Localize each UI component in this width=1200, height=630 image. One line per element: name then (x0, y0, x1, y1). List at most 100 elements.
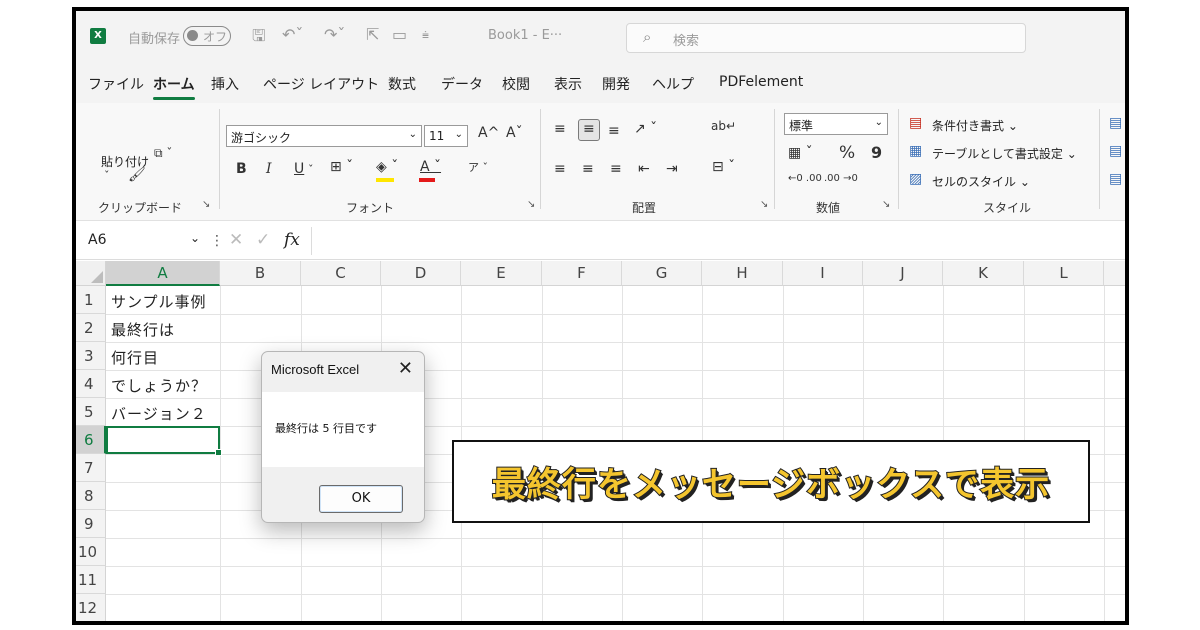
column-header-c[interactable]: C (301, 261, 381, 286)
save-icon[interactable]: 🖫 (252, 25, 266, 52)
tab-view[interactable]: 表示 (554, 74, 582, 94)
decrease-decimal-icon[interactable]: .00 →0 (824, 173, 858, 184)
font-launcher-icon[interactable]: ↘ (527, 199, 535, 210)
column-header-f[interactable]: F (542, 261, 622, 286)
font-name-select[interactable]: 游ゴシック ⌄ (226, 125, 422, 147)
font-color-icon[interactable]: A ˇ (420, 159, 441, 175)
cell-a4[interactable]: でしょうか？ (111, 375, 207, 396)
cancel-icon[interactable]: ✕ (229, 230, 243, 250)
select-all-button[interactable] (76, 261, 106, 286)
row-header-2[interactable]: 2 (76, 314, 106, 342)
clipboard-launcher-icon[interactable]: ↘ (202, 199, 210, 210)
borders-icon[interactable]: ⊞ ˇ (330, 159, 353, 175)
formula-input[interactable] (311, 227, 1125, 255)
active-cell-a6[interactable] (106, 426, 222, 456)
align-top-icon[interactable]: ≡ (554, 121, 566, 137)
italic-button[interactable]: I (266, 161, 272, 177)
cell-a3[interactable]: 何行目 (111, 347, 159, 368)
insert-cells-icon[interactable]: ▤ (1109, 115, 1122, 131)
customize-toolbar-icon[interactable]: ⩧ (422, 28, 429, 43)
shrink-font-button[interactable]: Aˇ (506, 125, 523, 141)
column-header-a[interactable]: A (106, 261, 220, 286)
tab-page-layout[interactable]: ページ レイアウト (263, 74, 379, 94)
pointer-icon[interactable]: ⇱ (366, 25, 379, 44)
more-options-icon[interactable]: ⋮ (210, 233, 224, 249)
row-header-1[interactable]: 1 (76, 286, 106, 314)
format-as-table-button[interactable]: テーブルとして書式設定 ⌄ (932, 145, 1077, 162)
align-center-icon[interactable]: ≡ (582, 161, 594, 177)
alignment-launcher-icon[interactable]: ↘ (760, 199, 768, 210)
increase-decimal-icon[interactable]: ←0 .00 (788, 173, 822, 184)
column-header-partial[interactable] (1104, 261, 1125, 286)
row-header-5[interactable]: 5 (76, 398, 106, 426)
column-header-g[interactable]: G (622, 261, 702, 286)
tab-help[interactable]: ヘルプ (652, 74, 694, 94)
row-header-11[interactable]: 11 (76, 566, 106, 594)
chevron-down-icon[interactable]: ˇ (308, 163, 314, 176)
number-launcher-icon[interactable]: ↘ (882, 199, 890, 210)
cell-a1[interactable]: サンプル事例 (111, 291, 207, 312)
close-icon[interactable]: ✕ (398, 358, 413, 379)
tab-developer[interactable]: 開発 (602, 74, 630, 94)
copy-icon[interactable]: ⧉ ˇ (154, 146, 172, 161)
comma-style-button[interactable]: 9 (871, 143, 882, 162)
tab-insert[interactable]: 挿入 (211, 74, 239, 94)
paste-dropdown-icon[interactable]: ˇ (104, 169, 110, 182)
fill-color-icon[interactable]: ◈ ˇ (376, 159, 398, 175)
column-header-i[interactable]: I (783, 261, 863, 286)
row-header-7[interactable]: 7 (76, 454, 106, 482)
column-header-d[interactable]: D (381, 261, 461, 286)
cell-styles-button[interactable]: セルのスタイル ⌄ (932, 173, 1030, 190)
tab-file[interactable]: ファイル (88, 74, 144, 94)
tab-pdfelement[interactable]: PDFelement (719, 74, 803, 90)
row-header-9[interactable]: 9 (76, 510, 106, 538)
enter-icon[interactable]: ✓ (256, 230, 270, 250)
insert-function-button[interactable]: fx (284, 230, 300, 250)
percent-button[interactable]: % (839, 143, 855, 163)
bold-button[interactable]: B (236, 161, 247, 177)
conditional-format-button[interactable]: 条件付き書式 ⌄ (932, 117, 1018, 134)
wrap-text-icon[interactable]: ab↵ (711, 119, 736, 133)
row-header-4[interactable]: 4 (76, 370, 106, 398)
merge-center-icon[interactable]: ⊟ ˇ (712, 159, 735, 175)
search-box[interactable]: ⌕ 検索 (626, 23, 1026, 53)
increase-indent-icon[interactable]: ⇥ (666, 161, 678, 177)
row-header-8[interactable]: 8 (76, 482, 106, 510)
cell-a2[interactable]: 最終行は (111, 319, 175, 340)
underline-button[interactable]: U (294, 161, 304, 177)
column-header-e[interactable]: E (461, 261, 542, 286)
ok-button[interactable]: OK (319, 485, 403, 513)
undo-icon[interactable]: ↶ˇ (282, 25, 303, 44)
redo-icon[interactable]: ↷ˇ (324, 25, 345, 44)
delete-cells-icon[interactable]: ▤ (1109, 143, 1122, 159)
align-right-icon[interactable]: ≡ (610, 161, 622, 177)
accounting-format-icon[interactable]: ▦ ˇ (788, 145, 813, 161)
align-left-icon[interactable]: ≡ (554, 161, 566, 177)
phonetic-icon[interactable]: ア ˇ (468, 159, 488, 175)
column-header-k[interactable]: K (943, 261, 1024, 286)
decrease-indent-icon[interactable]: ⇤ (638, 161, 650, 177)
grow-font-button[interactable]: A^ (478, 125, 499, 141)
autosave-toggle[interactable]: オフ (183, 26, 231, 46)
tab-review[interactable]: 校閲 (502, 74, 530, 94)
align-bottom-icon[interactable]: ≡ (608, 123, 620, 139)
column-header-l[interactable]: L (1024, 261, 1104, 286)
column-header-j[interactable]: J (863, 261, 943, 286)
orientation-icon[interactable]: ↗ ˇ (634, 121, 657, 137)
tab-home[interactable]: ホーム (153, 74, 195, 100)
row-header-6[interactable]: 6 (76, 426, 106, 454)
row-header-12[interactable]: 12 (76, 594, 106, 621)
name-box[interactable]: A6 ⌄ (80, 229, 208, 253)
cell-a5[interactable]: バージョン２ (111, 403, 207, 424)
row-header-3[interactable]: 3 (76, 342, 106, 370)
row-header-10[interactable]: 10 (76, 538, 106, 566)
column-header-b[interactable]: B (220, 261, 301, 286)
form-icon[interactable]: ▭ (392, 25, 407, 44)
column-header-h[interactable]: H (702, 261, 783, 286)
tab-data[interactable]: データ (441, 74, 483, 94)
format-cells-icon[interactable]: ▤ (1109, 171, 1122, 187)
font-size-select[interactable]: 11 ⌄ (424, 125, 468, 147)
tab-formulas[interactable]: 数式 (388, 74, 416, 94)
format-painter-icon[interactable]: 🖌 (128, 167, 146, 183)
number-format-select[interactable]: 標準 ⌄ (784, 113, 888, 135)
